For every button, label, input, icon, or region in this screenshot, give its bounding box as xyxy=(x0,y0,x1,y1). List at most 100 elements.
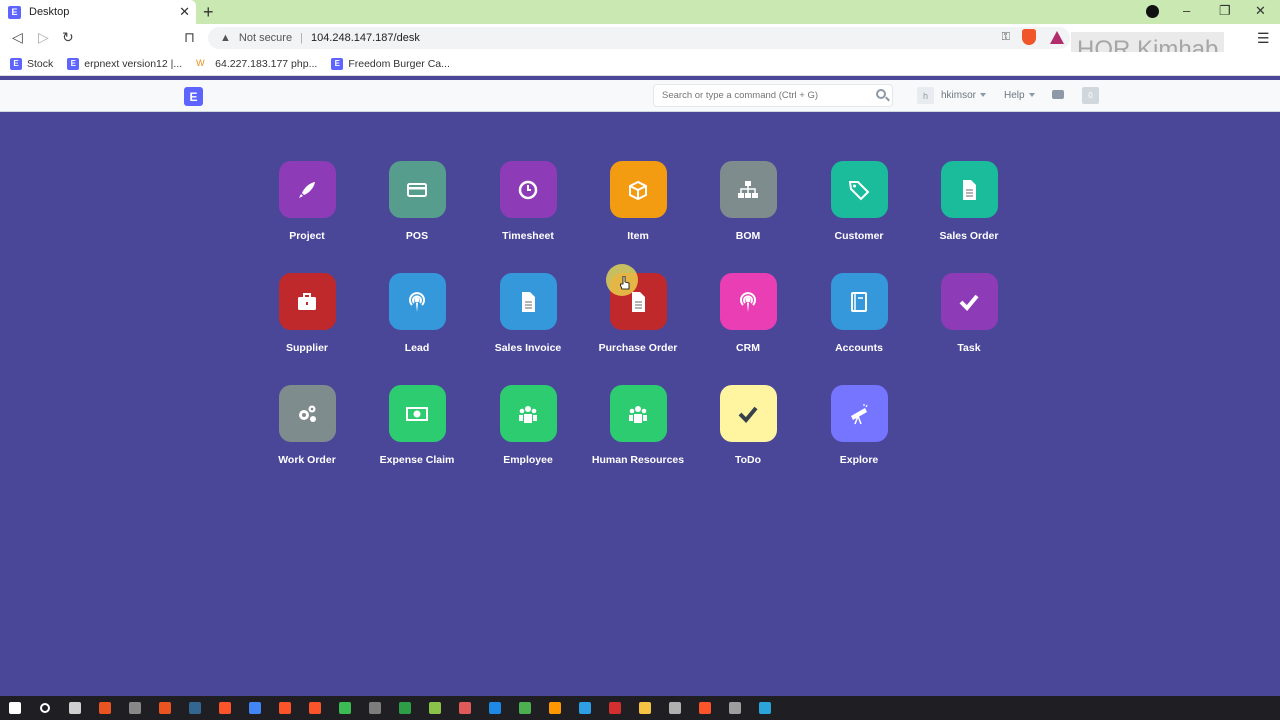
desktop-icon-label: Timesheet xyxy=(502,230,554,242)
app-icon xyxy=(459,702,471,714)
taskbar-app-icon[interactable] xyxy=(600,696,630,720)
taskbar-ubuntu-icon[interactable] xyxy=(150,696,180,720)
taskbar-windows-start-icon[interactable] xyxy=(0,696,30,720)
desktop-icon-todo[interactable]: ToDo xyxy=(693,385,803,466)
taskbar-search-icon[interactable] xyxy=(30,696,60,720)
taskbar-app-icon[interactable] xyxy=(330,696,360,720)
bookmark-icon[interactable]: ⊓ xyxy=(184,29,195,46)
group-icon xyxy=(499,385,557,442)
desktop-icon-purchase-order[interactable]: Purchase Order xyxy=(583,273,693,354)
broadcast-icon xyxy=(719,273,777,330)
taskbar-app-icon[interactable] xyxy=(510,696,540,720)
taskbar-file-icon[interactable] xyxy=(60,696,90,720)
bookmark-php[interactable]: W 64.227.183.177 php... xyxy=(196,58,317,70)
user-menu[interactable]: hkimsor xyxy=(941,90,987,101)
desktop-icon-pos[interactable]: POS xyxy=(362,161,472,242)
taskbar-app-icon[interactable] xyxy=(420,696,450,720)
file-icon xyxy=(69,702,81,714)
erpnext-favicon-icon: E xyxy=(8,5,21,19)
bookmark-erpnext[interactable]: E erpnext version12 |... xyxy=(67,57,182,70)
taskbar-folder-icon[interactable] xyxy=(630,696,660,720)
bookmark-freedom-burger[interactable]: E Freedom Burger Ca... xyxy=(331,57,450,70)
desktop-icon-label: BOM xyxy=(735,230,761,242)
taskbar-brave-icon[interactable] xyxy=(300,696,330,720)
desktop-icon-bom[interactable]: BOM xyxy=(693,161,803,242)
app-icon xyxy=(549,702,561,714)
check-icon xyxy=(940,273,998,330)
desktop-icon-label: Human Resources xyxy=(591,454,685,466)
security-status: Not secure xyxy=(238,32,293,44)
chat-icon[interactable] xyxy=(1052,90,1064,99)
desktop-icon-sales-invoice[interactable]: Sales Invoice xyxy=(473,273,583,354)
desktop-icon-lead[interactable]: Lead xyxy=(362,273,472,354)
search-icon[interactable] xyxy=(876,89,886,99)
restore-icon[interactable]: ❐ xyxy=(1219,3,1231,19)
taskbar-brave-icon[interactable] xyxy=(690,696,720,720)
browser-tab-desktop[interactable]: E Desktop ✕ xyxy=(0,0,196,24)
briefcase-icon xyxy=(278,273,336,330)
desktop-icon-supplier[interactable]: Supplier xyxy=(252,273,362,354)
key-icon[interactable]: ⚿ xyxy=(1002,31,1010,44)
forward-icon[interactable]: ▷ xyxy=(38,29,49,46)
taskbar-app-icon[interactable] xyxy=(450,696,480,720)
windows-start-icon xyxy=(9,702,21,714)
desktop-icon-customer[interactable]: Customer xyxy=(804,161,914,242)
desktop-icon-explore[interactable]: Explore xyxy=(804,385,914,466)
taskbar-chrome-icon[interactable] xyxy=(240,696,270,720)
box-icon xyxy=(609,161,667,218)
new-tab-icon[interactable]: + xyxy=(203,2,214,23)
app-logo[interactable]: E xyxy=(184,87,203,106)
browser-menu-icon[interactable]: ☰ xyxy=(1257,30,1270,47)
bookmark-label: 64.227.183.177 php... xyxy=(215,57,318,70)
close-window-icon[interactable]: ✕ xyxy=(1255,3,1266,19)
address-bar[interactable]: ▲ Not secure | 104.248.147.187/desk ⚿ xyxy=(208,27,1070,49)
desktop-icon-work-order[interactable]: Work Order xyxy=(252,385,362,466)
reload-icon[interactable]: ↻ xyxy=(62,29,74,46)
profile-icon[interactable] xyxy=(1146,5,1159,18)
taskbar-postgres-icon[interactable] xyxy=(180,696,210,720)
desktop-icon-label: Accounts xyxy=(835,342,883,354)
taskbar-brave-icon[interactable] xyxy=(210,696,240,720)
desktop-icon-timesheet[interactable]: Timesheet xyxy=(473,161,583,242)
desktop-icon-project[interactable]: Project xyxy=(252,161,362,242)
taskbar-brave-icon[interactable] xyxy=(270,696,300,720)
vscode-icon xyxy=(579,702,591,714)
address-separator: | xyxy=(300,32,303,44)
taskbar-app-icon[interactable] xyxy=(540,696,570,720)
brave-rewards-icon[interactable] xyxy=(1050,31,1064,44)
erpnext-bookmark-icon: E xyxy=(331,57,344,70)
gears-icon xyxy=(278,385,336,442)
brave-shield-icon[interactable] xyxy=(1022,29,1036,45)
back-icon[interactable]: ◁ xyxy=(12,29,23,46)
desktop-icon-accounts[interactable]: Accounts xyxy=(804,273,914,354)
bookmark-stock[interactable]: E Stock xyxy=(10,57,53,70)
help-menu[interactable]: Help xyxy=(1004,90,1035,101)
check-icon xyxy=(719,385,777,442)
chrome-icon xyxy=(249,702,261,714)
notification-badge[interactable]: 0 xyxy=(1082,87,1099,104)
desktop-icon-expense-claim[interactable]: Expense Claim xyxy=(362,385,472,466)
avatar[interactable]: h xyxy=(917,87,934,104)
desktop-icon-employee[interactable]: Employee xyxy=(473,385,583,466)
taskbar-telegram-icon[interactable] xyxy=(750,696,780,720)
taskbar-app-icon[interactable] xyxy=(720,696,750,720)
app-icon xyxy=(429,702,441,714)
taskbar-vscode-icon[interactable] xyxy=(570,696,600,720)
taskbar-app-icon[interactable] xyxy=(480,696,510,720)
taskbar-terminal-icon[interactable] xyxy=(120,696,150,720)
taskbar-app-icon[interactable] xyxy=(360,696,390,720)
app-icon xyxy=(369,702,381,714)
desktop-icon-human-resources[interactable]: Human Resources xyxy=(583,385,693,466)
desktop-icon-task[interactable]: Task xyxy=(914,273,1024,354)
minimize-icon[interactable]: – xyxy=(1183,3,1190,18)
taskbar-ubuntu-icon[interactable] xyxy=(90,696,120,720)
close-tab-icon[interactable]: ✕ xyxy=(179,4,190,20)
desktop-icon-sales-order[interactable]: Sales Order xyxy=(914,161,1024,242)
search-input[interactable] xyxy=(653,84,893,107)
desktop-icon-crm[interactable]: CRM xyxy=(693,273,803,354)
ubuntu-icon xyxy=(159,702,171,714)
desktop-icon-label: Explore xyxy=(839,454,879,466)
desktop-icon-item[interactable]: Item xyxy=(583,161,693,242)
taskbar-app-icon[interactable] xyxy=(390,696,420,720)
taskbar-app-icon[interactable] xyxy=(660,696,690,720)
